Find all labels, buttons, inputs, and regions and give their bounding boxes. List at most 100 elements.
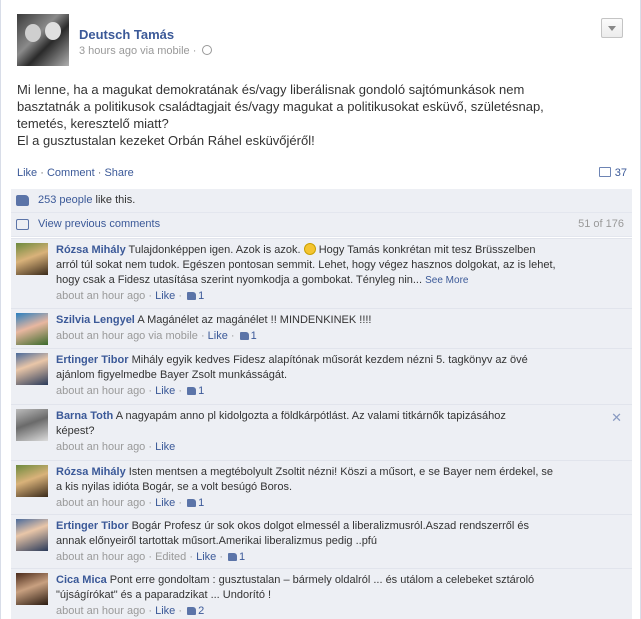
comment-bubble-icon	[598, 167, 611, 177]
comment-time[interactable]: about an hour ago	[56, 551, 145, 563]
commenter-name[interactable]: Barna Toth	[56, 410, 113, 422]
comment-item: Ertinger Tibor Bogár Profesz úr sok okos…	[11, 514, 632, 568]
commenter-name[interactable]: Ertinger Tibor	[56, 354, 129, 366]
comment-item: Cica Mica Pont erre gondoltam : gusztust…	[11, 568, 632, 619]
comment-like-link[interactable]: Like	[196, 551, 216, 563]
comment-edited[interactable]: Edited	[155, 551, 186, 563]
comment-like-link[interactable]: Like	[155, 290, 175, 302]
see-more-link[interactable]: See More	[425, 275, 468, 286]
comment-like-link[interactable]: Like	[155, 385, 175, 397]
facebook-post: Deutsch Tamás 3 hours ago via mobile · M…	[0, 0, 641, 619]
comment-body: Barna Toth A nagyapám anno pl kidolgozta…	[56, 409, 616, 455]
comment-time[interactable]: about an hour ago via mobile	[56, 330, 198, 342]
post-actions: Like · Comment · Share 37	[17, 167, 627, 183]
post-body-line: basztatnák a politikusok családtagjait é…	[17, 99, 544, 114]
comment-text: annak előnyeiről tartottak műsort.Amerik…	[56, 535, 377, 547]
thumbs-up-icon	[16, 195, 29, 206]
comment-text: hogy csak a Fidesz utasítása szerint nyo…	[56, 274, 423, 286]
share-link[interactable]: Share	[104, 167, 133, 179]
comment-footer: about an hour ago · Like	[56, 441, 176, 453]
comment-text: ajánlom figyelmedbe Bayer Zsolt munkássá…	[56, 369, 288, 381]
comment-body: Szilvia Lengyel A Magánélet az magánélet…	[56, 313, 616, 344]
comment-footer: about an hour ago via mobile · Like · 1	[56, 330, 257, 342]
comments-counter: 51 of 176	[578, 218, 624, 230]
post-header: Deutsch Tamás 3 hours ago via mobile ·	[17, 14, 627, 66]
comment-time[interactable]: about an hour ago	[56, 385, 145, 397]
comment-count-value: 37	[614, 167, 627, 179]
comment-text: Bogár Profesz úr sok okos dolgot elmessé…	[128, 520, 529, 532]
comment-like-link[interactable]: Like	[208, 330, 228, 342]
comment-like-count[interactable]: 1	[239, 551, 245, 563]
comment-footer: about an hour ago · Like · 1	[56, 385, 205, 397]
comment-like-count[interactable]: 1	[198, 290, 204, 302]
comment-text: "újságírókat" és a paparadzikat ... Undo…	[56, 589, 272, 601]
comment-text: Tulajdonképpen igen. Azok is azok.	[125, 244, 304, 256]
thumbs-up-icon	[187, 607, 197, 615]
post-body-line: temetés, keresztelő miatt?	[17, 116, 169, 131]
comment-item: Rózsa Mihály Tulajdonképpen igen. Azok i…	[11, 238, 632, 308]
comment-footer: about an hour ago · Edited · Like · 1	[56, 551, 246, 563]
like-link[interactable]: Like	[17, 167, 37, 179]
view-previous-comments-link[interactable]: View previous comments	[38, 218, 160, 230]
comment-text: képest?	[56, 425, 95, 437]
comment-footer: about an hour ago · Like · 2	[56, 605, 205, 617]
commenter-avatar[interactable]	[16, 465, 48, 497]
comment-footer: about an hour ago · Like · 1	[56, 290, 205, 302]
likes-people-link[interactable]: 253 people	[38, 194, 92, 206]
comment-footer: about an hour ago · Like · 1	[56, 497, 205, 509]
post-options-chevron-icon[interactable]	[601, 18, 623, 38]
smiley-icon	[303, 243, 316, 255]
commenter-avatar[interactable]	[16, 573, 48, 605]
comments-icon	[16, 219, 29, 230]
comment-like-count[interactable]: 1	[251, 330, 257, 342]
comment-time[interactable]: about an hour ago	[56, 605, 145, 617]
comment-text: A Magánélet az magánélet !! MINDENKINEK …	[134, 314, 372, 326]
comment-item: Szilvia Lengyel A Magánélet az magánélet…	[11, 308, 632, 348]
comment-like-count[interactable]: 1	[198, 497, 204, 509]
comment-time[interactable]: about an hour ago	[56, 441, 145, 453]
comment-item: Ertinger Tibor Mihály egyik kedves Fides…	[11, 348, 632, 404]
close-icon[interactable]: ✕	[611, 410, 622, 426]
comment-count[interactable]: 37	[598, 167, 627, 179]
post-author-name[interactable]: Deutsch Tamás	[79, 27, 174, 42]
globe-icon	[202, 45, 213, 55]
comment-body: Ertinger Tibor Bogár Profesz úr sok okos…	[56, 519, 616, 565]
commenter-avatar[interactable]	[16, 519, 48, 551]
commenter-name[interactable]: Cica Mica	[56, 574, 107, 586]
comment-body: Rózsa Mihály Isten mentsen a megtébolyul…	[56, 465, 616, 511]
commenter-name[interactable]: Rózsa Mihály	[56, 466, 126, 478]
commenter-name[interactable]: Rózsa Mihály	[56, 244, 126, 256]
comment-like-link[interactable]: Like	[155, 441, 175, 453]
comment-time[interactable]: about an hour ago	[56, 290, 145, 302]
commenter-name[interactable]: Szilvia Lengyel	[56, 314, 135, 326]
commenter-name[interactable]: Ertinger Tibor	[56, 520, 129, 532]
previous-comments-row: View previous comments 51 of 176	[11, 213, 632, 237]
author-avatar[interactable]	[17, 14, 69, 66]
thumbs-up-icon	[239, 332, 249, 340]
commenter-avatar[interactable]	[16, 243, 48, 275]
comment-body: Rózsa Mihály Tulajdonképpen igen. Azok i…	[56, 243, 616, 304]
separator: ·	[94, 167, 105, 179]
comment-like-link[interactable]: Like	[155, 497, 175, 509]
comment-like-count[interactable]: 1	[198, 385, 204, 397]
comment-time[interactable]: about an hour ago	[56, 497, 145, 509]
commenter-avatar[interactable]	[16, 313, 48, 345]
likes-row: 253 people like this.	[11, 189, 632, 213]
post-body-line: Mi lenne, ha a magukat demokratának és/v…	[17, 82, 525, 97]
comment-body: Ertinger Tibor Mihály egyik kedves Fides…	[56, 353, 616, 399]
separator: ·	[37, 167, 47, 179]
comment-item: Rózsa Mihály Isten mentsen a megtébolyul…	[11, 460, 632, 514]
comment-text: Isten mentsen a megtébolyult Zsoltit néz…	[125, 466, 554, 478]
comment-text: Pont erre gondoltam : gusztustalan – bár…	[106, 574, 535, 586]
likes-summary: 253 people like this.	[38, 194, 135, 206]
comment-like-count[interactable]: 2	[198, 605, 204, 617]
thumbs-up-icon	[187, 499, 197, 507]
comment-text: arról túl sokat nem tudok. Egészen ponto…	[56, 259, 556, 271]
thumbs-up-icon	[228, 553, 238, 561]
comment-link[interactable]: Comment	[47, 167, 95, 179]
thumbs-up-icon	[187, 387, 197, 395]
commenter-avatar[interactable]	[16, 409, 48, 441]
comment-text: Hogy Tamás konkrétan mit tesz Brüsszelbe…	[315, 244, 536, 256]
comment-like-link[interactable]: Like	[155, 605, 175, 617]
commenter-avatar[interactable]	[16, 353, 48, 385]
